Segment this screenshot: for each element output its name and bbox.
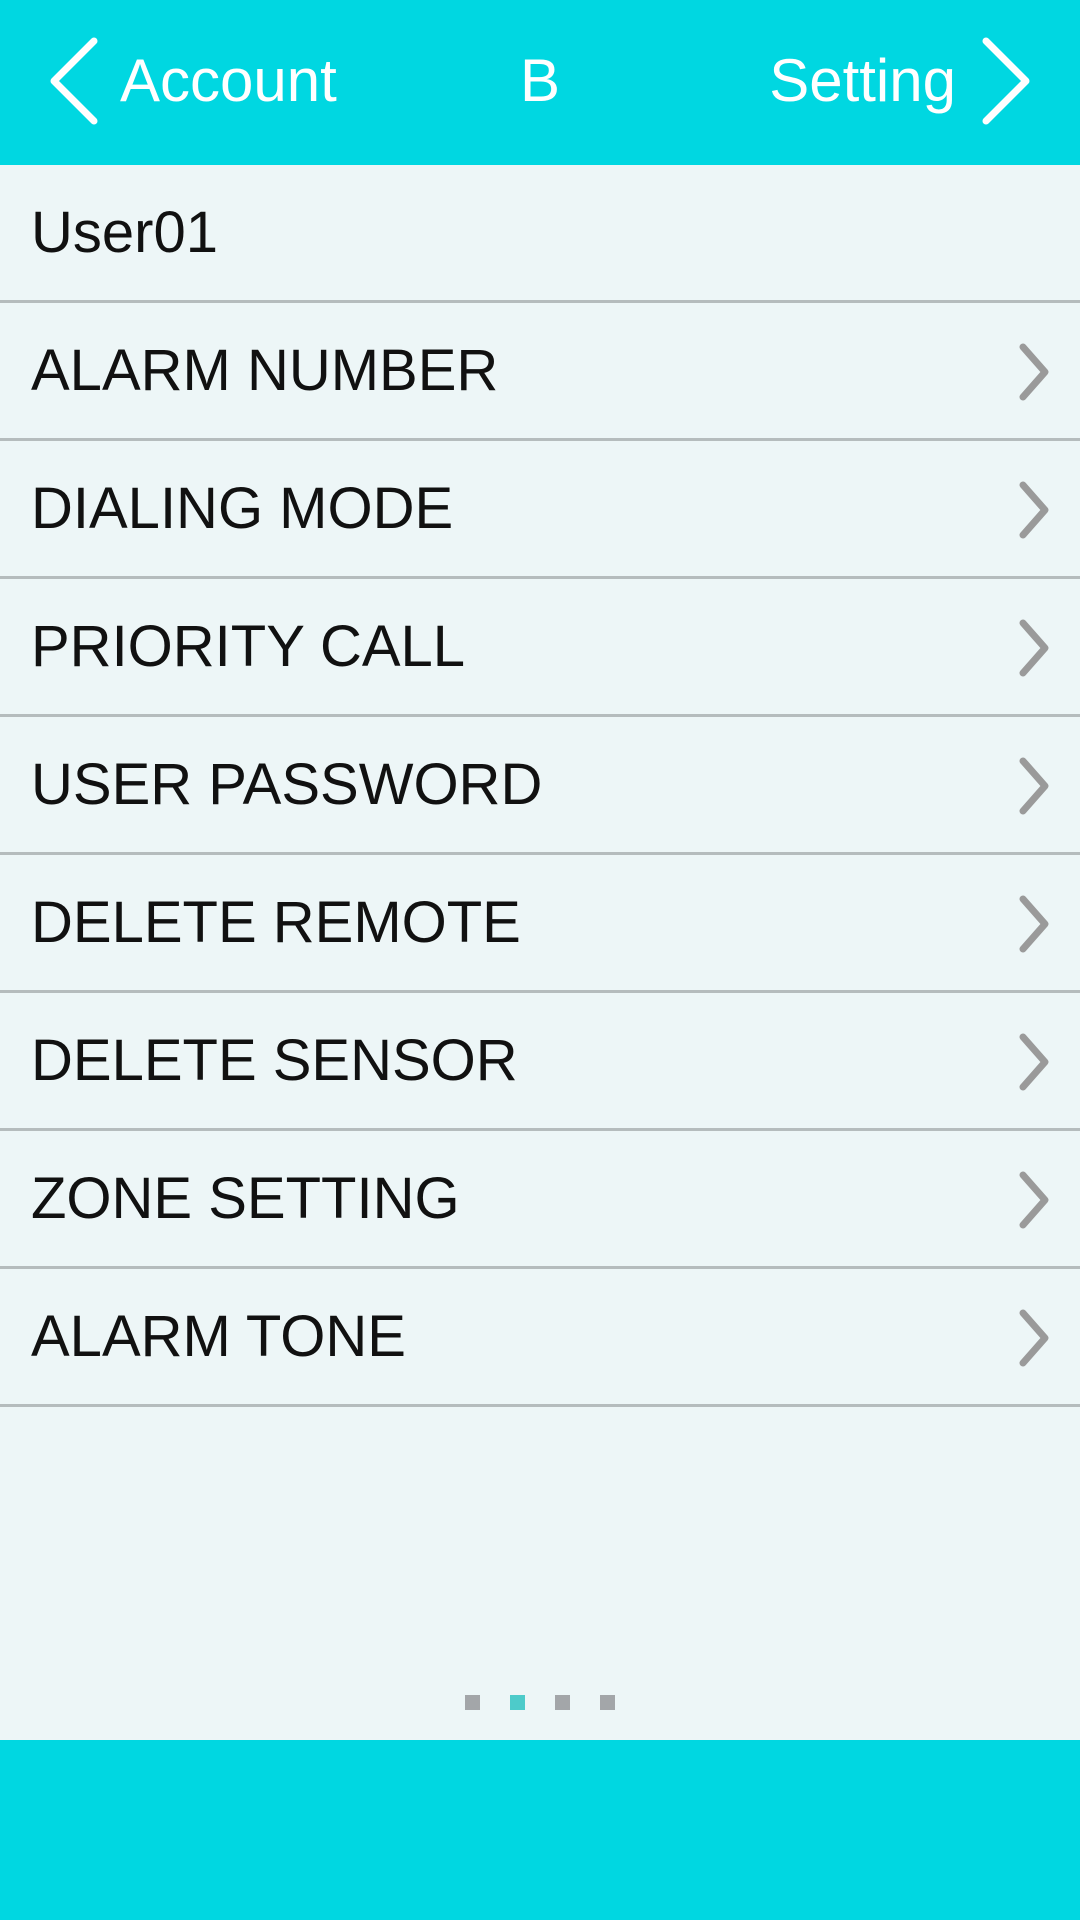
- page-indicator: [0, 1695, 1080, 1710]
- back-label: Account: [120, 47, 337, 114]
- chevron-right-icon: [1019, 1171, 1049, 1229]
- menu-item-label: DIALING MODE: [31, 476, 454, 541]
- top-bar: Account B Setting: [0, 0, 1080, 165]
- settings-list: User01 ALARM NUMBER DIALING MODE PRIORITY …: [0, 165, 1080, 1407]
- menu-item-label: DELETE SENSOR: [31, 1028, 518, 1093]
- menu-item-delete-sensor[interactable]: DELETE SENSOR: [0, 993, 1080, 1131]
- menu-item-alarm-number[interactable]: ALARM NUMBER: [0, 303, 1080, 441]
- menu-item-user-password[interactable]: USER PASSWORD: [0, 717, 1080, 855]
- chevron-right-icon: [1019, 343, 1049, 401]
- chevron-right-icon: [1019, 1033, 1049, 1091]
- menu-item-label: DELETE REMOTE: [31, 890, 521, 955]
- page-dot-active: [510, 1695, 525, 1710]
- menu-item-dialing-mode[interactable]: DIALING MODE: [0, 441, 1080, 579]
- page-title: B: [519, 47, 561, 114]
- bottom-bar: [0, 1740, 1080, 1920]
- chevron-right-icon: [1019, 481, 1049, 539]
- page-dot: [465, 1695, 480, 1710]
- page-dot: [555, 1695, 570, 1710]
- chevron-left-icon: [50, 37, 98, 125]
- chevron-right-icon: [1019, 1309, 1049, 1367]
- chevron-right-icon: [1019, 757, 1049, 815]
- menu-item-priority-call[interactable]: PRIORITY CALL: [0, 579, 1080, 717]
- user-name: User01: [31, 200, 218, 265]
- menu-item-label: ALARM NUMBER: [31, 338, 499, 403]
- menu-item-delete-remote[interactable]: DELETE REMOTE: [0, 855, 1080, 993]
- chevron-right-icon: [982, 37, 1030, 125]
- menu-item-label: ZONE SETTING: [31, 1166, 460, 1231]
- user-name-row: User01: [0, 165, 1080, 303]
- menu-item-label: PRIORITY CALL: [31, 614, 466, 679]
- account-back-button[interactable]: Account: [0, 0, 380, 165]
- menu-item-zone-setting[interactable]: ZONE SETTING: [0, 1131, 1080, 1269]
- menu-item-label: ALARM TONE: [31, 1304, 406, 1369]
- menu-item-alarm-tone[interactable]: ALARM TONE: [0, 1269, 1080, 1407]
- chevron-right-icon: [1019, 619, 1049, 677]
- page-dot: [600, 1695, 615, 1710]
- chevron-right-icon: [1019, 895, 1049, 953]
- menu-item-label: USER PASSWORD: [31, 752, 543, 817]
- forward-label: Setting: [769, 47, 956, 114]
- setting-forward-button[interactable]: Setting: [740, 0, 1080, 165]
